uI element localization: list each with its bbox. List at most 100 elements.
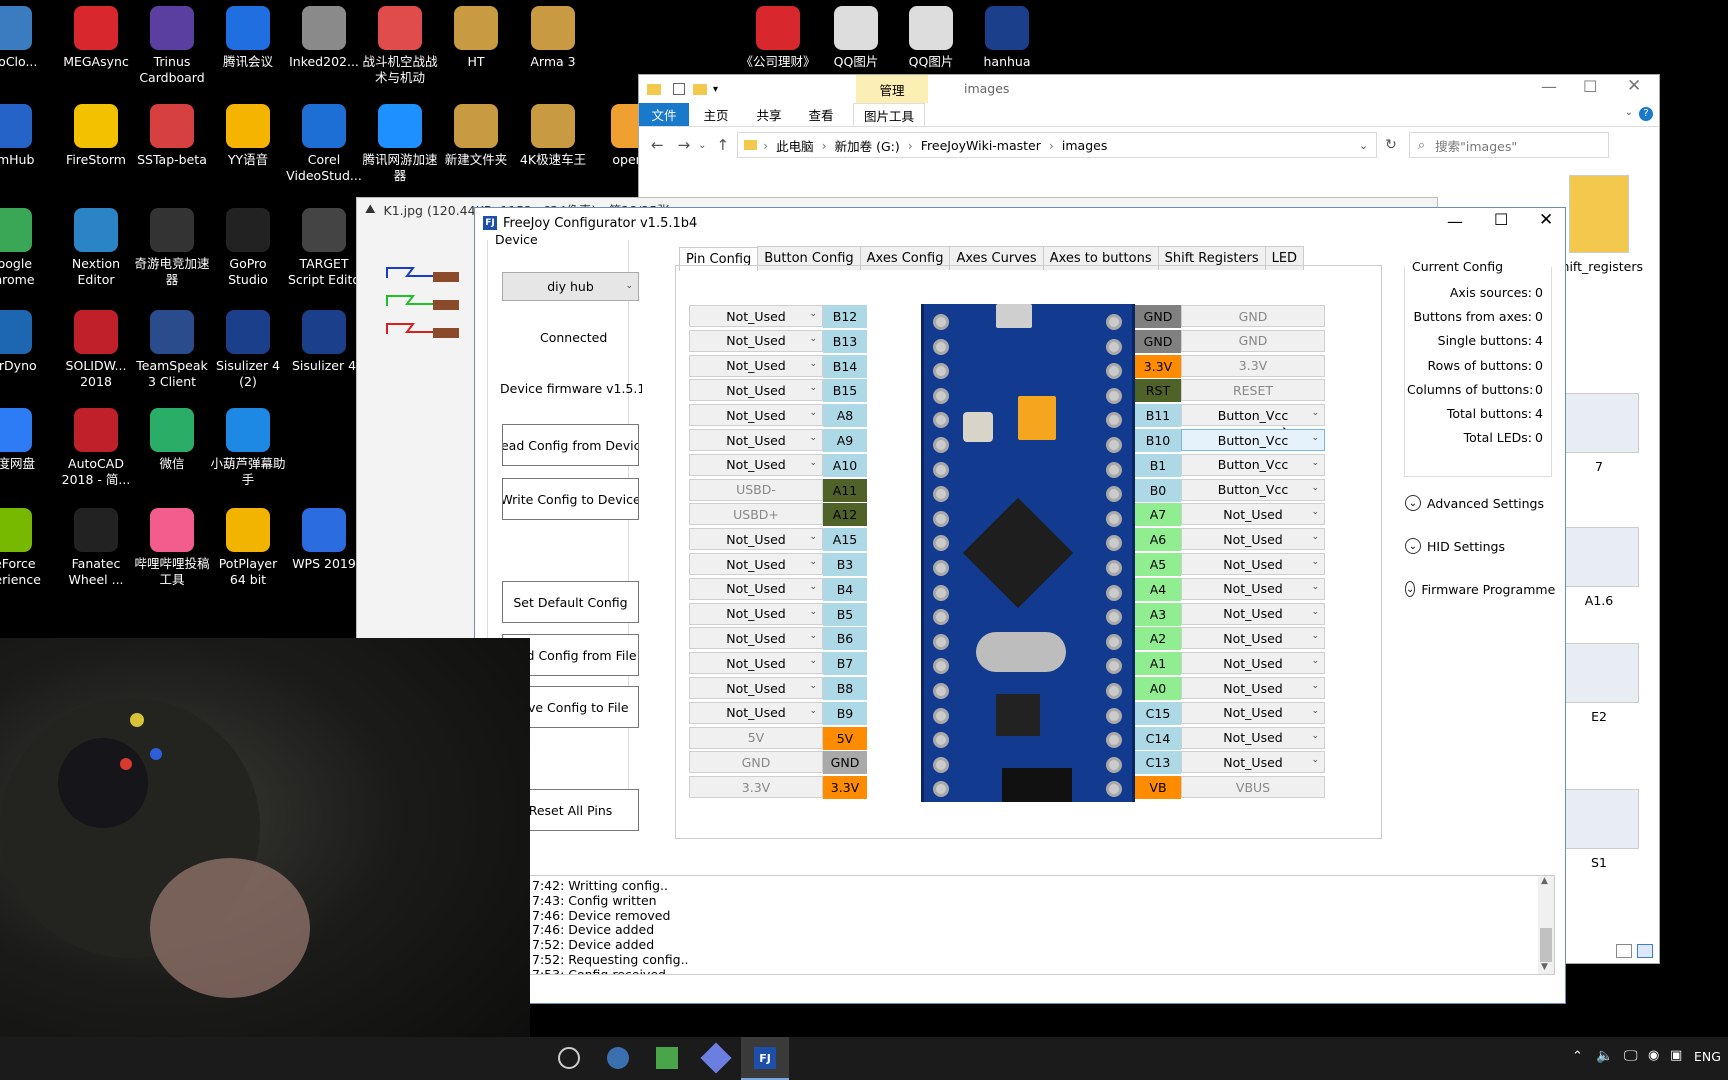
back-icon[interactable]: ← <box>651 136 664 154</box>
pin-function-select[interactable]: Not_Used ⌄ <box>689 553 823 575</box>
desktop-shortcut[interactable]: GeForce xperience <box>0 508 48 588</box>
recent-locations-icon[interactable]: ⌄ <box>698 140 706 151</box>
pin-function-select[interactable]: Not_Used ⌄ <box>1181 528 1325 551</box>
desktop-shortcut[interactable]: SimHub <box>0 104 48 168</box>
desktop-shortcut[interactable]: Inked202... <box>286 6 362 70</box>
desktop-shortcut[interactable]: YY语音 <box>210 104 286 168</box>
taskbar-app-icon[interactable] <box>558 1047 580 1069</box>
log-scrollbar[interactable]: ▲ ▼ <box>1538 876 1554 974</box>
taskbar-app-icon[interactable] <box>656 1047 678 1069</box>
pin-function-select[interactable]: Not_Used ⌄ <box>1181 701 1325 724</box>
desktop-shortcut[interactable]: 4K极速车王 <box>515 104 591 168</box>
pin-function-select[interactable]: Not_Used ⌄ <box>689 329 823 352</box>
refresh-icon[interactable]: ↻ <box>1385 137 1397 153</box>
expander-advanced-settings[interactable]: ⌄ Advanced Settings <box>1405 495 1555 511</box>
close-button[interactable]: ✕ <box>1627 76 1641 96</box>
desktop-shortcut[interactable]: Sisulizer 4 (2) <box>210 310 286 390</box>
desktop-shortcut[interactable]: Nextion Editor <box>58 208 134 288</box>
help-icon[interactable]: ? <box>1639 107 1653 121</box>
pin-function-select[interactable]: Not_Used ⌄ <box>689 453 823 476</box>
pin-function-select[interactable]: Not_Used ⌄ <box>689 305 823 327</box>
steam-icon[interactable]: ◉ <box>1648 1048 1659 1063</box>
scroll-thumb[interactable] <box>1540 928 1552 962</box>
desktop-shortcut[interactable]: AutoCAD 2018 - 简... <box>58 408 134 488</box>
log-panel[interactable]: 7:42: Writting config.. 7:43: Config writ… <box>477 875 1555 975</box>
desktop-shortcut[interactable]: 微信 <box>134 408 210 472</box>
breadcrumb-drive[interactable]: 新加卷 (G:) <box>835 136 900 155</box>
pin-function-select[interactable]: Not_Used ⌄ <box>1181 577 1325 600</box>
ribbon-tab-view[interactable]: 查看 <box>795 103 847 126</box>
expander-firmware-programmer[interactable]: ⌄ Firmware Programmer <box>1405 581 1555 597</box>
pin-function-select[interactable]: Button_Vcc ⌄ <box>1181 404 1325 427</box>
breadcrumb-this-pc[interactable]: 此电脑 <box>776 136 814 155</box>
desktop-shortcut[interactable]: 《公司理财》 <box>740 6 816 70</box>
desktop-shortcut[interactable]: Arma 3 <box>515 6 591 70</box>
pin-function-select[interactable]: Button_Vcc ⌄ <box>1181 453 1325 476</box>
search-box[interactable]: ⌕ 搜索"images" <box>1408 132 1609 158</box>
taskbar-freejoy-button[interactable]: FJ <box>741 1037 789 1080</box>
chevron-down-icon[interactable]: ⌄ <box>1359 139 1368 152</box>
pin-function-select[interactable]: Not_Used ⌄ <box>1181 553 1325 575</box>
expander-hid-settings[interactable]: ⌄ HID Settings <box>1405 538 1555 554</box>
pin-function-select[interactable]: Not_Used ⌄ <box>689 429 823 451</box>
desktop-shortcut[interactable]: Corel VideoStud... <box>286 104 362 184</box>
desktop-shortcut[interactable]: 百度网盘 <box>0 408 48 472</box>
desktop-shortcut[interactable]: 腾讯网游加速器 <box>362 104 438 184</box>
pin-function-select[interactable]: Not_Used ⌄ <box>689 354 823 377</box>
minimize-button[interactable]: — <box>1447 212 1463 231</box>
ribbon-collapse-icon[interactable]: ⌄ <box>1625 107 1633 118</box>
ribbon-tab-share[interactable]: 共享 <box>743 103 795 126</box>
desktop-shortcut[interactable]: 小葫芦弹幕助手 <box>210 408 286 488</box>
large-icons-view-icon[interactable] <box>1637 944 1653 958</box>
pin-function-select[interactable]: Not_Used ⌄ <box>689 652 823 675</box>
pin-function-select[interactable]: Not_Used ⌄ <box>689 602 823 625</box>
forward-icon[interactable]: → <box>678 136 691 154</box>
breadcrumb-folder[interactable]: FreeJoyWiki-master <box>921 138 1041 153</box>
pin-function-select[interactable]: Not_Used ⌄ <box>1181 503 1325 526</box>
new-folder-icon[interactable] <box>693 83 707 95</box>
pin-function-select[interactable]: Not_Used ⌄ <box>689 701 823 724</box>
volume-icon[interactable]: 🔈 <box>1596 1048 1613 1064</box>
pin-function-select[interactable]: Not_Used ⌄ <box>689 627 823 650</box>
desktop-shortcut[interactable]: TeamSpeak 3 Client <box>134 310 210 390</box>
desktop-shortcut[interactable]: 腾讯会议 <box>210 6 286 70</box>
ribbon-tab-home[interactable]: 主页 <box>689 103 743 126</box>
set-default-config-button[interactable]: Set Default Config <box>502 581 639 623</box>
input-language[interactable]: ENG <box>1694 1049 1721 1064</box>
minimize-button[interactable]: — <box>1541 77 1557 96</box>
read-config-button[interactable]: Read Config from Device <box>502 424 639 466</box>
maximize-button[interactable]: ☐ <box>1494 210 1508 229</box>
breadcrumb-images[interactable]: images <box>1062 138 1107 153</box>
desktop-shortcut[interactable]: GoPro Studio <box>210 208 286 288</box>
ribbon-tab-picture-tools[interactable]: 图片工具 <box>853 103 925 126</box>
search-input[interactable]: 搜索"images" <box>1435 136 1517 155</box>
desktop-shortcut[interactable]: Sisulizer 4 <box>286 310 362 374</box>
desktop-shortcut[interactable]: MEGAsync <box>58 6 134 70</box>
desktop-shortcut[interactable]: ourDyno <box>0 310 48 374</box>
qat-dropdown-icon[interactable]: ▾ <box>713 84 718 95</box>
network-icon[interactable]: 🖵 <box>1624 1048 1638 1064</box>
properties-icon[interactable] <box>673 83 685 95</box>
desktop-shortcut[interactable]: SOLIDW... 2018 <box>58 310 134 390</box>
pin-function-select[interactable]: Not_Used ⌄ <box>1181 627 1325 650</box>
pin-function-select[interactable]: Button_Vcc ⌄ <box>1181 429 1325 451</box>
desktop-shortcut[interactable]: Google Chrome <box>0 208 48 288</box>
pin-function-select[interactable]: Button_Vcc ⌄ <box>1181 478 1325 501</box>
desktop-shortcut[interactable]: TARGET Script Edito <box>286 208 362 288</box>
desktop-shortcut[interactable]: PotPlayer 64 bit <box>210 508 286 588</box>
tray-app-icon[interactable]: ▣ <box>1670 1048 1682 1063</box>
desktop-shortcut[interactable]: WPS 2019 <box>286 508 362 572</box>
pin-function-select[interactable]: Not_Used ⌄ <box>689 404 823 427</box>
scroll-up-icon[interactable]: ▲ <box>1541 876 1548 886</box>
desktop-shortcut[interactable]: QQ图片 <box>818 6 894 70</box>
address-bar[interactable]: › 此电脑 › 新加卷 (G:) › FreeJoyWiki-master › … <box>737 132 1378 158</box>
scroll-down-icon[interactable]: ▼ <box>1541 962 1548 972</box>
pin-function-select[interactable]: Not_Used ⌄ <box>1181 677 1325 699</box>
pin-function-select[interactable]: Not_Used ⌄ <box>1181 652 1325 675</box>
ribbon-tab-file[interactable]: 文件 <box>639 103 689 126</box>
pin-function-select[interactable]: Not_Used ⌄ <box>1181 602 1325 625</box>
write-config-button[interactable]: Write Config to Device <box>502 478 639 520</box>
taskbar-app-icon[interactable] <box>607 1047 629 1069</box>
pin-function-select[interactable]: Not_Used ⌄ <box>689 577 823 600</box>
up-icon[interactable]: ↑ <box>717 136 730 154</box>
